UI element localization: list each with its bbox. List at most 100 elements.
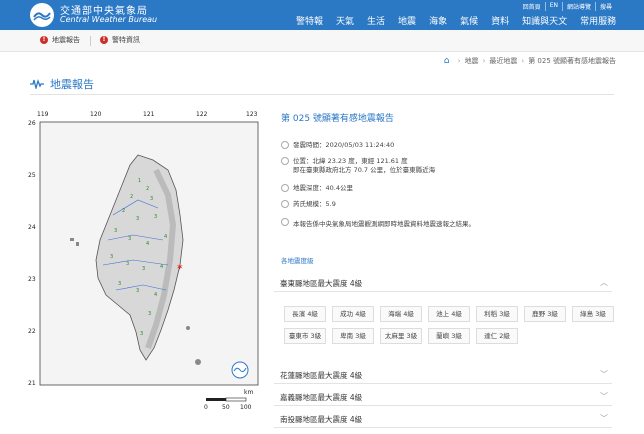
seismic-wave-icon [30, 79, 44, 89]
region-taitung[interactable]: 臺東縣地區最大震度 4級 ︿ [274, 272, 612, 292]
breadcrumb: ⌂ › 地震 › 最近地震 › 第 025 號顯著有感地震報告 [444, 56, 616, 66]
brand-name-en[interactable]: Central Weather Bureau [60, 15, 157, 24]
location-pin-icon [281, 157, 289, 165]
home-icon[interactable]: ⌂ [444, 56, 454, 66]
svg-text:4: 4 [164, 234, 167, 240]
station-chip: 太麻里 3級 [380, 328, 422, 344]
penghu-islands [76, 242, 79, 246]
svg-text:4: 4 [146, 241, 149, 247]
map-x-tick: 120 [90, 111, 102, 118]
alert-icon: ! [100, 36, 108, 44]
map-y-tick: 23 [28, 276, 36, 283]
alert-bar: ! 地震報告 ! 警特資訊 [0, 30, 644, 52]
report-title: 第 025 號顯著有感地震報告 [281, 114, 394, 124]
info-location-line1: 位置：北緯 23.23 度，東經 121.61 度 [293, 157, 408, 165]
map-x-tick: 119 [37, 111, 49, 118]
scale-bar [206, 398, 226, 401]
breadcrumb-earthquake[interactable]: 地震 [465, 56, 479, 66]
scale-tick: 0 [204, 404, 208, 411]
nav-weather[interactable]: 天氣 [336, 14, 354, 27]
region-chiayi[interactable]: 嘉義縣地區最大震度 4級 ﹀ [274, 386, 612, 406]
svg-text:3: 3 [136, 288, 139, 294]
svg-text:1: 1 [138, 178, 141, 184]
svg-text:3: 3 [140, 331, 143, 337]
penghu-islands [70, 238, 74, 241]
svg-text:4: 4 [154, 292, 157, 298]
svg-text:3: 3 [136, 216, 139, 222]
breadcrumb-current: 第 025 號顯著有感地震報告 [528, 57, 616, 65]
info-time: 發震時間：2020/05/03 11:24:40 [281, 141, 394, 150]
station-chip: 蘭嶼 3級 [428, 328, 470, 344]
intensity-map[interactable]: 122 323 333 443 334 334 33 ✶ 119 120 121… [18, 100, 268, 430]
map-x-tick: 122 [196, 111, 208, 118]
station-chip: 達仁 2級 [476, 328, 518, 344]
station-chip: 長濱 4級 [284, 306, 326, 322]
main-nav: 警特報 天氣 生活 地震 海象 氣候 資料 知識與天文 常用服務 [296, 14, 616, 27]
nav-services[interactable]: 常用服務 [580, 14, 616, 27]
chevron-down-icon[interactable]: ﹀ [600, 413, 608, 424]
util-search-link[interactable]: 搜尋 [594, 2, 616, 11]
info-note-text: 本報告係中央氣象局地震觀測網即時地震資料地震速報之結果。 [293, 220, 475, 228]
depth-icon [281, 184, 289, 192]
site-header: 交通部中央氣象局 Central Weather Bureau 回首頁 EN 網… [0, 0, 644, 30]
svg-text:3: 3 [118, 281, 121, 287]
util-sitemap-link[interactable]: 網站導覽 [561, 2, 595, 11]
info-time-text: 發震時間：2020/05/03 11:24:40 [293, 141, 395, 149]
breadcrumb-separator: › [482, 57, 486, 65]
epicenter-marker: ✶ [176, 263, 184, 273]
station-chip: 臺東市 3級 [284, 328, 326, 344]
info-magnitude: 芮氏規模：5.9 [281, 200, 336, 209]
info-location: 位置：北緯 23.23 度，東經 121.61 度 即在臺東縣政府北方 70.7… [281, 157, 435, 175]
svg-text:3: 3 [150, 196, 153, 202]
alert-divider [90, 36, 91, 46]
cwb-logo-icon[interactable] [30, 3, 54, 27]
station-chip: 鹿野 3級 [524, 306, 566, 322]
region-hualien[interactable]: 花蓮縣地區最大震度 4級 ﹀ [274, 364, 612, 384]
util-english-link[interactable]: EN [544, 2, 562, 11]
svg-text:3: 3 [126, 261, 129, 267]
svg-text:3: 3 [142, 266, 145, 272]
station-chip: 池上 4級 [428, 306, 470, 322]
map-y-tick: 24 [28, 224, 36, 231]
map-y-tick: 21 [28, 380, 36, 387]
nav-climate[interactable]: 氣候 [460, 14, 478, 27]
alert-warning-info[interactable]: ! 警特資訊 [100, 35, 140, 45]
station-chip: 海端 4級 [380, 306, 422, 322]
alert-label: 警特資訊 [112, 36, 140, 44]
util-home-link[interactable]: 回首頁 [519, 2, 545, 11]
region-label: 花蓮縣地區最大震度 4級 [280, 371, 363, 380]
chevron-down-icon[interactable]: ﹀ [600, 391, 608, 402]
page-title: 地震報告 [50, 78, 94, 91]
map-x-tick: 121 [143, 111, 155, 118]
breadcrumb-separator: › [521, 57, 525, 65]
scale-tick: 100 [240, 404, 252, 411]
station-chip: 卑南 3級 [332, 328, 374, 344]
region-label: 臺東縣地區最大震度 4級 [280, 279, 363, 288]
svg-text:3: 3 [154, 214, 157, 220]
station-intensity-link[interactable]: 各地震度級 [281, 255, 314, 265]
info-depth-text: 地震深度：40.4公里 [293, 184, 353, 192]
svg-text:3: 3 [148, 311, 151, 317]
nav-earthquake[interactable]: 地震 [398, 14, 416, 27]
svg-text:2: 2 [146, 186, 149, 192]
station-chip: 利稻 3級 [476, 306, 518, 322]
magnitude-icon [281, 200, 289, 208]
nav-life[interactable]: 生活 [367, 14, 385, 27]
chevron-down-icon[interactable]: ﹀ [600, 369, 608, 380]
svg-text:2: 2 [130, 194, 133, 200]
scale-tick: 50 [222, 404, 230, 411]
nav-warnings[interactable]: 警特報 [296, 14, 323, 27]
map-x-tick: 123 [246, 111, 258, 118]
region-nantou[interactable]: 南投縣地區最大震度 4級 ﹀ [274, 408, 612, 428]
nav-marine[interactable]: 海象 [429, 14, 447, 27]
chevron-up-icon[interactable]: ︿ [600, 277, 608, 288]
nav-data[interactable]: 資料 [491, 14, 509, 27]
info-note: 本報告係中央氣象局地震觀測網即時地震資料地震速報之結果。 [281, 218, 475, 228]
clock-icon [281, 141, 289, 149]
alert-earthquake-report[interactable]: ! 地震報告 [40, 35, 80, 45]
region-label: 南投縣地區最大震度 4級 [280, 415, 363, 424]
breadcrumb-recent[interactable]: 最近地震 [489, 56, 517, 66]
breadcrumb-separator: › [457, 57, 461, 65]
scale-bar [225, 397, 247, 402]
nav-knowledge[interactable]: 知識與天文 [522, 14, 567, 27]
